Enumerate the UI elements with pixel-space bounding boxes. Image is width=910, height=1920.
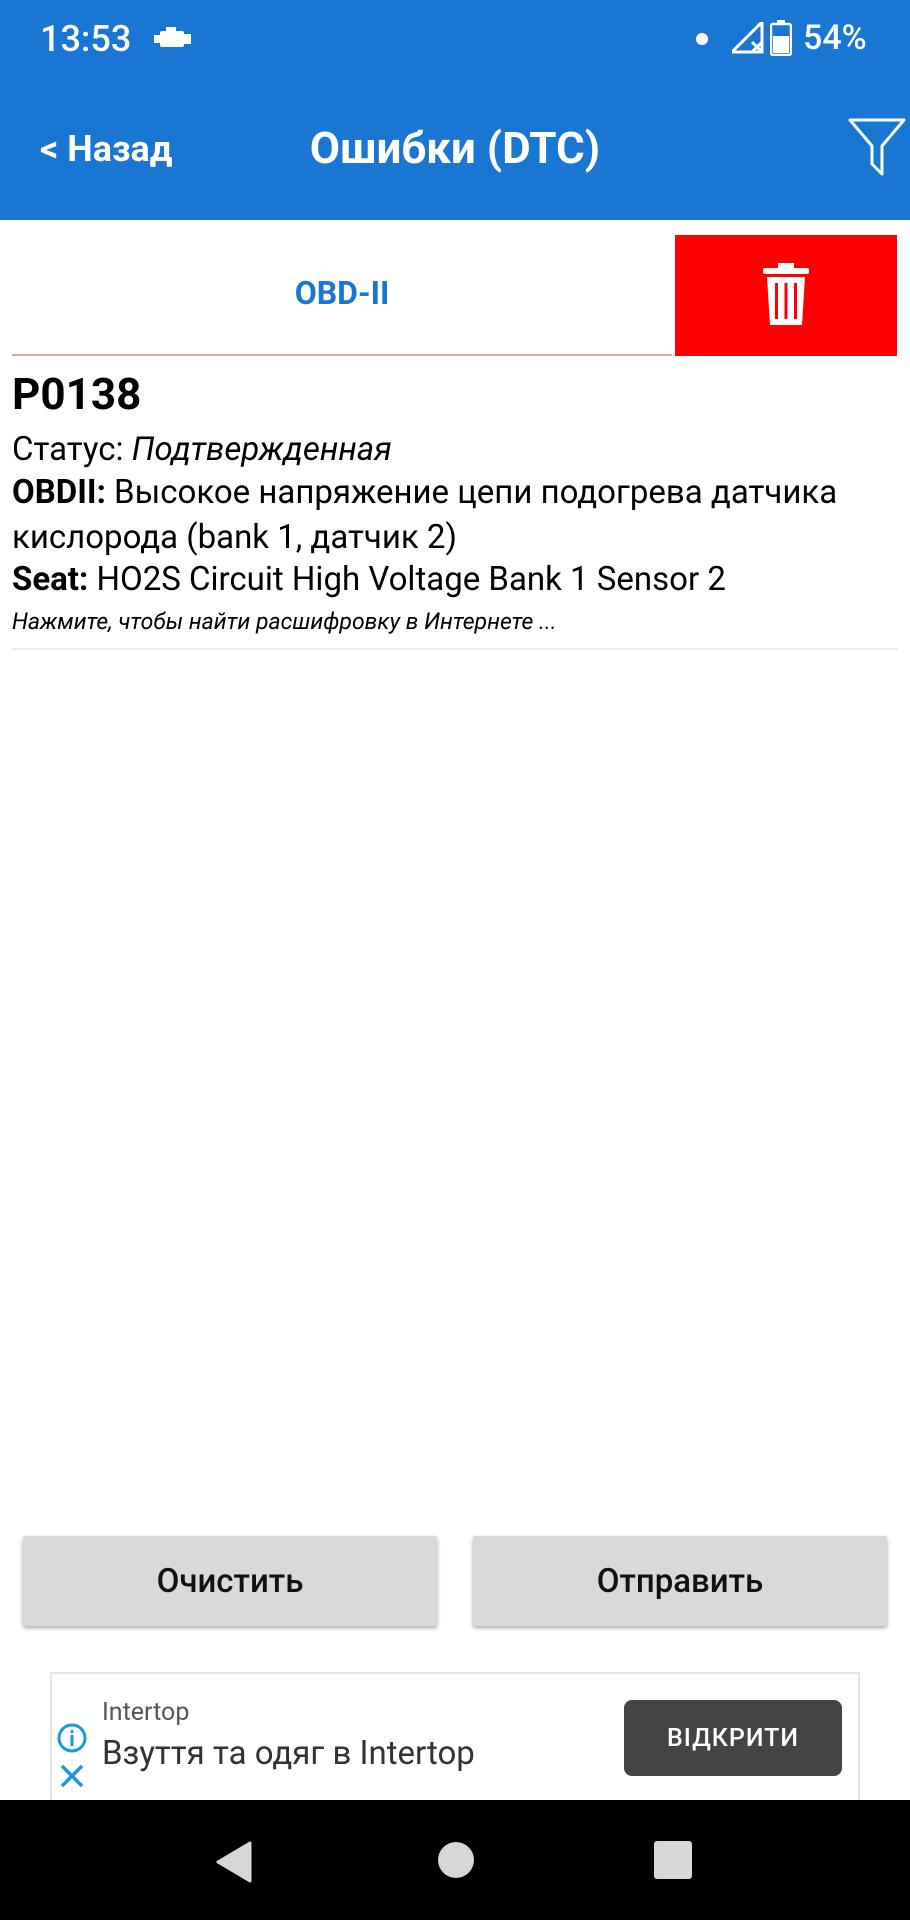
nav-recents-icon[interactable] — [653, 1840, 693, 1884]
battery-icon — [769, 20, 793, 60]
delete-button[interactable] — [675, 235, 897, 356]
nav-back-icon[interactable] — [214, 1840, 254, 1888]
dtc-code: P0138 — [12, 368, 142, 420]
screen: 13:53 54% < Назад Ошибки (DTC) OBD-II P0… — [0, 0, 910, 1920]
dtc-obd-text: Высокое напряжение цепи подогрева датчик… — [12, 473, 838, 557]
close-icon[interactable] — [58, 1762, 86, 1794]
filter-icon[interactable] — [848, 116, 906, 182]
dtc-status: Статус: Подтвержденная — [12, 430, 392, 469]
status-bar: 13:53 54% — [0, 0, 910, 80]
dtc-search-hint[interactable]: Нажмите, чтобы найти расшифровку в Интер… — [12, 608, 557, 635]
navigation-bar — [0, 1800, 910, 1920]
ad-brand: Intertop — [102, 1698, 190, 1727]
page-title: Ошибки (DTC) — [309, 122, 601, 174]
dtc-entry[interactable]: P0138 Статус: Подтвержденная OBDII: Высо… — [12, 360, 898, 650]
notification-dot-icon — [696, 33, 708, 45]
tabs-row: OBD-II — [12, 232, 898, 356]
clear-button[interactable]: Очистить — [23, 1536, 437, 1626]
dtc-seat-label: Seat: — [12, 560, 89, 599]
engine-icon — [154, 26, 194, 56]
ad-banner[interactable]: Intertop Взуття та одяг в Intertop ВІДКР… — [50, 1672, 860, 1800]
trash-icon — [763, 262, 809, 329]
top-bar: 13:53 54% < Назад Ошибки (DTC) — [0, 0, 910, 220]
app-bar: < Назад Ошибки (DTC) — [0, 80, 910, 220]
battery-percent: 54% — [803, 18, 867, 58]
dtc-status-label: Статус: — [12, 430, 132, 469]
dtc-obd-label: OBDII: — [12, 473, 106, 512]
send-button[interactable]: Отправить — [473, 1536, 887, 1626]
signal-icon — [728, 18, 766, 58]
dtc-seat-text: HO2S Circuit High Voltage Bank 1 Sensor … — [88, 560, 726, 599]
nav-home-icon[interactable] — [436, 1840, 476, 1884]
dtc-seat-description: Seat: HO2S Circuit High Voltage Bank 1 S… — [12, 560, 726, 599]
ad-title: Взуття та одяг в Intertop — [102, 1734, 475, 1773]
dtc-obd-description: OBDII: Высокое напряжение цепи подогрева… — [12, 470, 898, 560]
tab-obd-ii[interactable]: OBD-II — [12, 232, 672, 356]
info-icon[interactable] — [56, 1722, 88, 1758]
ad-open-button[interactable]: ВІДКРИТИ — [624, 1700, 842, 1776]
dtc-status-value: Подтвержденная — [131, 430, 392, 469]
status-time: 13:53 — [40, 18, 132, 60]
